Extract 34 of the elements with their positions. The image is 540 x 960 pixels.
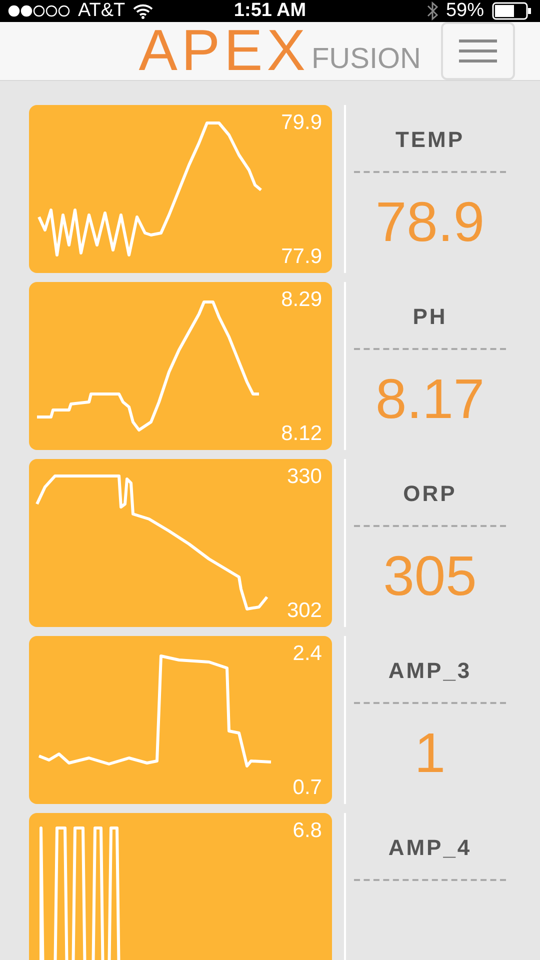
metric-value: 8.17 [376,366,484,431]
chart-card[interactable]: 8.29 8.12 [29,282,332,450]
max-label: 330 [286,465,322,489]
max-label: 79.9 [281,111,322,135]
metric-name: ORP [403,481,457,507]
chart-card[interactable]: 79.9 77.9 [29,105,332,273]
max-label: 8.29 [281,288,322,312]
metric-value: 1 [414,720,446,785]
wifi-icon [133,4,154,18]
chart-card[interactable]: 6.8 [29,813,332,960]
battery-percent: 59% [446,0,484,22]
metric-value: 78.9 [376,189,484,254]
metric-value: 305 [383,543,477,608]
battery-icon [492,2,532,20]
metric-name: TEMP [395,127,465,153]
logo-text: APEX [138,22,310,80]
bluetooth-icon [426,1,438,21]
metric-name: PH [412,304,448,330]
min-label: 302 [286,599,322,623]
min-label: 8.12 [281,422,322,446]
chart-card[interactable]: 330 302 [29,459,332,627]
carrier-name: AT&T [78,0,126,22]
max-label: 2.4 [292,642,322,666]
chart-card[interactable]: 2.4 0.7 [29,636,332,804]
min-label: 0.7 [292,776,322,800]
metric-name: AMP_4 [388,835,472,861]
logo-subtext: FUSION [311,45,421,74]
menu-button[interactable] [441,22,515,80]
signal-icon [8,5,70,17]
clock-time: 1:51 AM [234,0,306,22]
menu-icon [459,39,497,63]
min-label: 77.9 [281,245,322,269]
max-label: 6.8 [292,819,322,843]
metric-name: AMP_3 [388,658,472,684]
